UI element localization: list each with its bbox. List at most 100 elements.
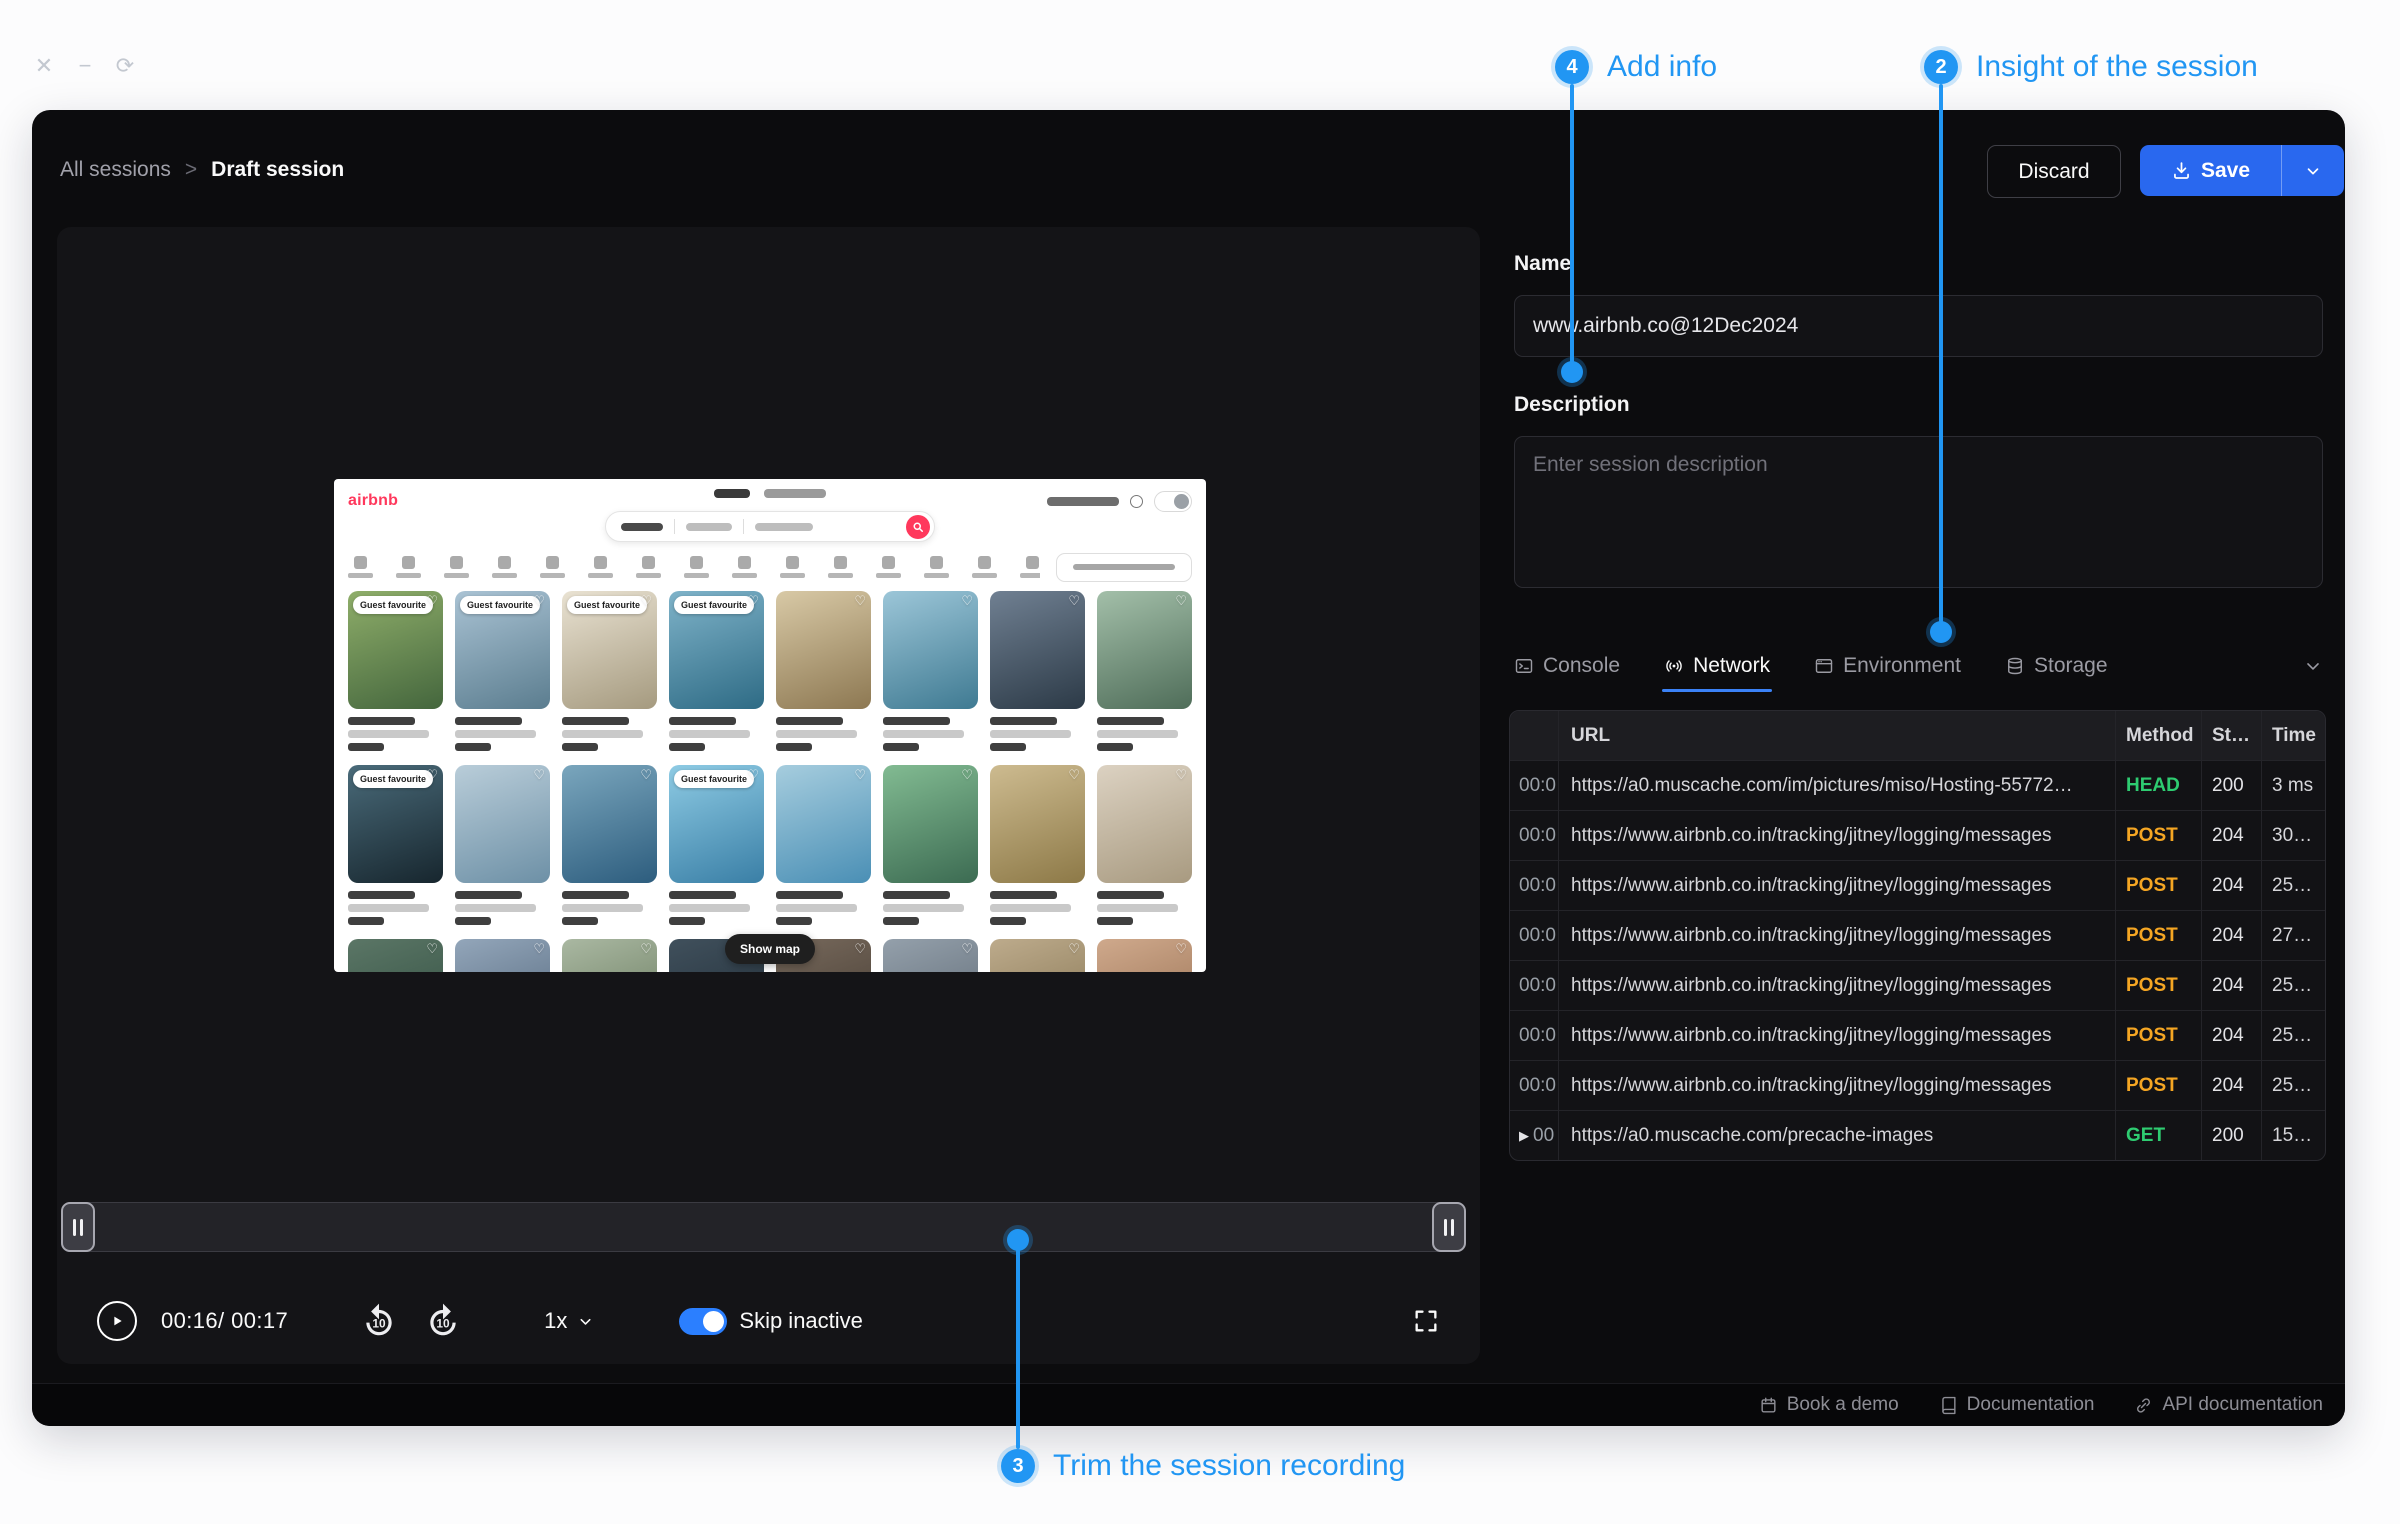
heart-icon: ♡ bbox=[1175, 593, 1187, 609]
tab-storage[interactable]: Storage bbox=[2005, 640, 2108, 692]
row-timestamp: 00:0 bbox=[1510, 761, 1558, 810]
rewind-10-button[interactable]: 10 bbox=[360, 1302, 398, 1340]
annotation-line-trim bbox=[1016, 1240, 1020, 1449]
trim-end-handle[interactable] bbox=[1432, 1202, 1466, 1252]
category-item bbox=[924, 556, 949, 578]
documentation-link[interactable]: Documentation bbox=[1939, 1394, 2095, 1416]
row-method: POST bbox=[2115, 861, 2201, 910]
row-url: https://a0.muscache.com/precache-images bbox=[1558, 1111, 2115, 1160]
discard-button[interactable]: Discard bbox=[1987, 145, 2121, 198]
svg-text:10: 10 bbox=[437, 1316, 451, 1330]
console-icon bbox=[1514, 656, 1534, 676]
heart-icon: ♡ bbox=[854, 593, 866, 609]
listing-tile: Guest favourite♡ bbox=[562, 591, 657, 751]
listing-tile: ♡ bbox=[990, 939, 1085, 972]
annotation-badge-4: 4 bbox=[1555, 50, 1589, 84]
category-item bbox=[492, 556, 517, 578]
category-item bbox=[876, 556, 901, 578]
row-timestamp: 00:0 bbox=[1510, 1061, 1558, 1110]
recording-frame[interactable]: airbnb bbox=[334, 479, 1206, 972]
skip-inactive-label: Skip inactive bbox=[739, 1308, 863, 1334]
header-method: Method bbox=[2115, 711, 2201, 760]
category-item bbox=[444, 556, 469, 578]
row-status: 200 bbox=[2201, 1111, 2261, 1160]
table-row[interactable]: 00:0https://www.airbnb.co.in/tracking/ji… bbox=[1510, 1010, 2325, 1060]
table-row[interactable]: 00:0https://www.airbnb.co.in/tracking/ji… bbox=[1510, 810, 2325, 860]
book-demo-link[interactable]: Book a demo bbox=[1759, 1394, 1899, 1416]
heart-icon: ♡ bbox=[1175, 767, 1187, 783]
row-status: 204 bbox=[2201, 961, 2261, 1010]
listing-tile: ♡ bbox=[562, 939, 657, 972]
close-window-icon[interactable]: ✕ bbox=[30, 52, 58, 80]
price-toggle bbox=[1056, 553, 1192, 582]
play-button[interactable] bbox=[97, 1301, 137, 1341]
table-row[interactable]: 00:0https://www.airbnb.co.in/tracking/ji… bbox=[1510, 960, 2325, 1010]
row-timestamp: ▶00 bbox=[1510, 1111, 1558, 1160]
app-window: All sessions > Draft session Discard Sav… bbox=[32, 110, 2345, 1426]
minimize-window-icon[interactable]: − bbox=[71, 52, 99, 80]
link-icon bbox=[2134, 1396, 2153, 1415]
expand-row-icon[interactable]: ▶ bbox=[1519, 1128, 1529, 1144]
session-name-input[interactable] bbox=[1514, 295, 2323, 357]
fullscreen-button[interactable] bbox=[1412, 1307, 1440, 1335]
save-options-button[interactable] bbox=[2281, 145, 2344, 196]
table-row[interactable]: 00:0https://www.airbnb.co.in/tracking/ji… bbox=[1510, 1060, 2325, 1110]
row-url: https://a0.muscache.com/im/pictures/miso… bbox=[1558, 761, 2115, 810]
playback-speed-button[interactable]: 1x bbox=[544, 1308, 594, 1334]
forward-10-button[interactable]: 10 bbox=[424, 1302, 462, 1340]
breadcrumb-all-sessions[interactable]: All sessions bbox=[60, 158, 171, 182]
breadcrumb: All sessions > Draft session bbox=[60, 158, 344, 182]
heart-icon: ♡ bbox=[1068, 593, 1080, 609]
category-item bbox=[684, 556, 709, 578]
heart-icon: ♡ bbox=[640, 767, 652, 783]
table-row[interactable]: 00:0https://www.airbnb.co.in/tracking/ji… bbox=[1510, 910, 2325, 960]
frame-header-right bbox=[1047, 491, 1192, 512]
listing-tile: ♡ bbox=[990, 765, 1085, 925]
trim-start-handle[interactable] bbox=[61, 1202, 95, 1252]
table-row[interactable]: 00:0https://a0.muscache.com/im/pictures/… bbox=[1510, 760, 2325, 810]
skip-inactive-toggle[interactable] bbox=[679, 1308, 727, 1335]
guest-favourite-badge: Guest favourite bbox=[674, 596, 754, 614]
insight-tabs: Console Network Environm bbox=[1514, 640, 2323, 692]
category-item bbox=[396, 556, 421, 578]
listing-tile: ♡ bbox=[990, 591, 1085, 751]
heart-icon: ♡ bbox=[1175, 941, 1187, 957]
table-row[interactable]: ▶00https://a0.muscache.com/precache-imag… bbox=[1510, 1110, 2325, 1160]
annotation-line-add-info bbox=[1570, 84, 1574, 372]
listing-tile: Guest favourite♡ bbox=[669, 591, 764, 751]
airbnb-logo: airbnb bbox=[348, 492, 398, 510]
collapse-panel-button[interactable] bbox=[2303, 656, 2323, 676]
globe-icon bbox=[1130, 495, 1143, 508]
guest-favourite-badge: Guest favourite bbox=[353, 596, 433, 614]
timeline-track[interactable] bbox=[61, 1202, 1466, 1252]
save-button[interactable]: Save bbox=[2140, 145, 2281, 196]
annotation-dot-insight bbox=[1930, 621, 1952, 643]
table-row[interactable]: 00:0https://www.airbnb.co.in/tracking/ji… bbox=[1510, 860, 2325, 910]
reload-window-icon[interactable]: ⟳ bbox=[111, 52, 139, 80]
row-time: 30… bbox=[2261, 811, 2325, 860]
header-timestamp bbox=[1510, 711, 1558, 760]
row-url: https://www.airbnb.co.in/tracking/jitney… bbox=[1558, 911, 2115, 960]
category-item bbox=[972, 556, 997, 578]
listing-tile: Guest favourite♡ bbox=[348, 591, 443, 751]
row-status: 200 bbox=[2201, 761, 2261, 810]
playback-time: 00:16/ 00:17 bbox=[161, 1308, 288, 1334]
listing-tile: ♡ bbox=[455, 939, 550, 972]
tab-console[interactable]: Console bbox=[1514, 640, 1620, 692]
network-table: URL Method St… Time 00:0https://a0.musca… bbox=[1509, 710, 2326, 1161]
row-method: POST bbox=[2115, 1011, 2201, 1060]
tab-network[interactable]: Network bbox=[1664, 640, 1770, 692]
api-documentation-label: API documentation bbox=[2162, 1394, 2323, 1416]
tab-console-label: Console bbox=[1543, 654, 1620, 678]
book-demo-label: Book a demo bbox=[1787, 1394, 1899, 1416]
annotation-badge-3: 3 bbox=[1001, 1449, 1035, 1483]
session-description-input[interactable] bbox=[1514, 436, 2323, 588]
row-time: 15… bbox=[2261, 1111, 2325, 1160]
category-item bbox=[1020, 556, 1040, 578]
tab-environment[interactable]: Environment bbox=[1814, 640, 1961, 692]
row-time: 25… bbox=[2261, 961, 2325, 1010]
search-icon bbox=[906, 515, 930, 539]
playback-speed-value: 1x bbox=[544, 1308, 567, 1334]
category-item bbox=[636, 556, 661, 578]
api-documentation-link[interactable]: API documentation bbox=[2134, 1394, 2323, 1416]
